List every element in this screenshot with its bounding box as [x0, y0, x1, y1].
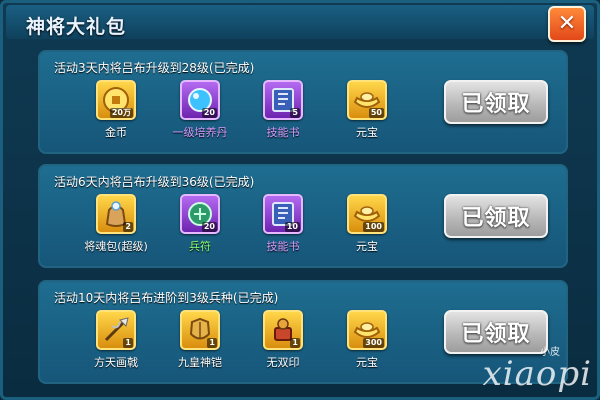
reward-name: 元宝: [356, 240, 378, 253]
window-title: 神将大礼包: [26, 16, 127, 38]
reward-item[interactable]: 20 一级培养丹: [165, 80, 235, 150]
reward-item[interactable]: 10 技能书: [248, 194, 318, 264]
reward-name: 九皇神铠: [178, 356, 222, 369]
claimed-button-label: 已领取: [461, 92, 531, 117]
reward-name: 将魂包(超级): [84, 240, 148, 253]
halberd-icon: 1: [96, 310, 136, 350]
watermark-logo: xiaopi: [482, 354, 592, 394]
reward-qty: 20: [201, 222, 217, 232]
reward-name: 方天画戟: [94, 356, 138, 369]
reward-qty: 1: [290, 338, 300, 348]
reward-name: 一级培养丹: [172, 126, 228, 139]
task-description: 活动3天内将吕布升级到28级(已完成): [54, 61, 255, 75]
reward-qty: 100: [363, 222, 384, 232]
gold-ingot-icon: 100: [347, 194, 387, 234]
reward-name: 技能书: [266, 126, 300, 139]
task-panel-2: 活动6天内将吕布升级到36级(已完成) 2 将魂包(超级) 20 兵符 10 技…: [38, 164, 568, 268]
claimed-button-label: 已领取: [461, 206, 531, 231]
reward-item[interactable]: 20万 金币: [81, 80, 151, 150]
seal-icon: 1: [263, 310, 303, 350]
soul-bag-icon: 2: [96, 194, 136, 234]
reward-name: 金币: [105, 126, 127, 139]
skill-book-icon: 10: [263, 194, 303, 234]
reward-item[interactable]: 100 元宝: [332, 194, 402, 264]
reward-item[interactable]: 20 兵符: [165, 194, 235, 264]
reward-qty: 1: [207, 338, 217, 348]
gold-ingot-icon: 50: [347, 80, 387, 120]
reward-item[interactable]: 1 方天画戟: [81, 310, 151, 380]
claimed-button[interactable]: 已领取: [444, 80, 548, 124]
reward-qty: 20: [201, 108, 217, 118]
reward-name: 无双印: [266, 356, 300, 369]
reward-qty: 2: [123, 222, 133, 232]
reward-qty: 5: [290, 108, 300, 118]
reward-name: 技能书: [266, 240, 300, 253]
reward-item[interactable]: 5 技能书: [248, 80, 318, 150]
reward-item[interactable]: 300 元宝: [332, 310, 402, 380]
reward-item[interactable]: 1 九皇神铠: [165, 310, 235, 380]
gold-coin-icon: 20万: [96, 80, 136, 120]
armor-icon: 1: [180, 310, 220, 350]
close-icon: ✕: [557, 11, 577, 36]
reward-item[interactable]: 2 将魂包(超级): [81, 194, 151, 264]
reward-item[interactable]: 1 无双印: [248, 310, 318, 380]
reward-qty: 10: [284, 222, 300, 232]
reward-name: 元宝: [356, 126, 378, 139]
claimed-button-label: 已领取: [461, 322, 531, 347]
reward-item[interactable]: 50 元宝: [332, 80, 402, 150]
close-button[interactable]: ✕: [548, 6, 586, 42]
tiger-tally-icon: 20: [180, 194, 220, 234]
task-panel-1: 活动3天内将吕布升级到28级(已完成) 20万 金币 20 一级培养丹 5 技能…: [38, 50, 568, 154]
claimed-button[interactable]: 已领取: [444, 194, 548, 238]
task-description: 活动10天内将吕布进阶到3级兵种(已完成): [54, 291, 279, 305]
reward-name: 兵符: [189, 240, 211, 253]
blue-pill-icon: 20: [180, 80, 220, 120]
gold-ingot-icon: 300: [347, 310, 387, 350]
claimed-button[interactable]: 已领取: [444, 310, 548, 354]
reward-qty: 1: [123, 338, 133, 348]
task-description: 活动6天内将吕布升级到36级(已完成): [54, 175, 255, 189]
reward-qty: 20万: [109, 108, 133, 118]
reward-qty: 50: [368, 108, 384, 118]
skill-book-icon: 5: [263, 80, 303, 120]
reward-qty: 300: [363, 338, 384, 348]
reward-name: 元宝: [356, 356, 378, 369]
